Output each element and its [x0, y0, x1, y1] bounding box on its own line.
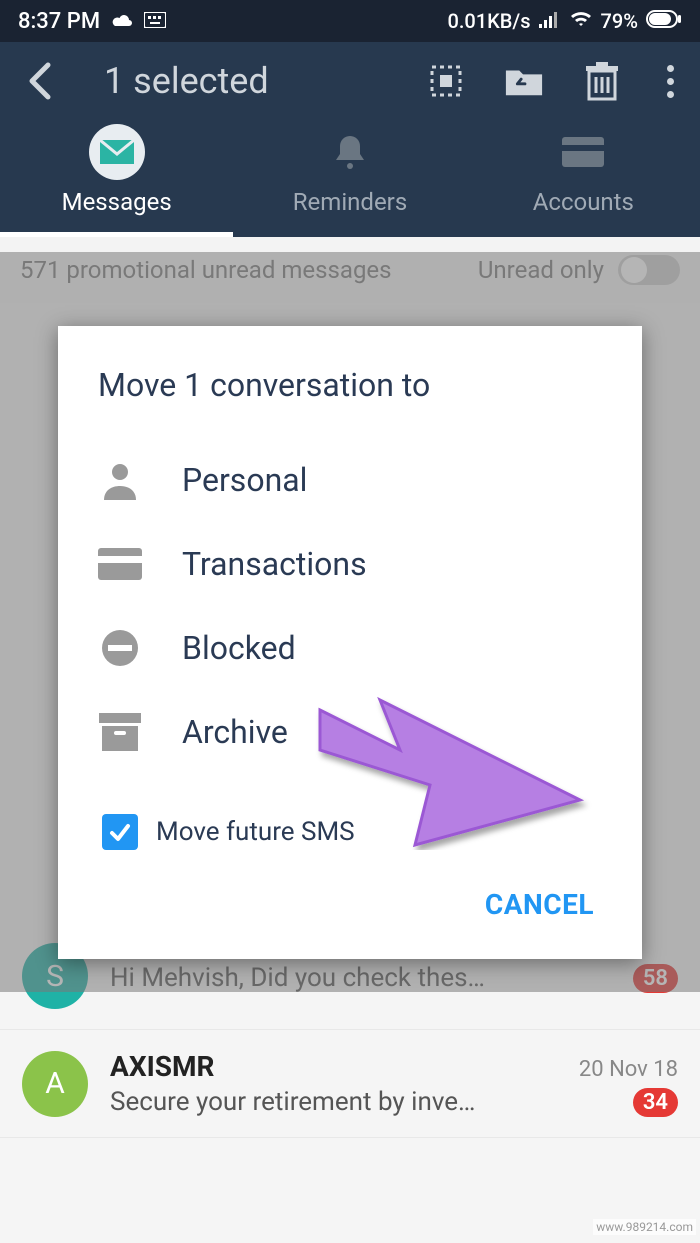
bell-icon — [233, 124, 466, 180]
cloud-icon — [110, 9, 134, 34]
message-date: 20 Nov 18 — [579, 1057, 678, 1082]
tabs-bar: Messages Reminders Accounts — [0, 114, 700, 237]
cancel-button[interactable]: CANCEL — [485, 888, 594, 921]
option-label: Transactions — [182, 545, 367, 583]
watermark: www.989214.com — [593, 1219, 696, 1235]
option-personal[interactable]: Personal — [98, 438, 602, 522]
list-item[interactable]: A AXISMR 20 Nov 18 Secure your retiremen… — [0, 1030, 700, 1138]
move-future-checkbox[interactable] — [102, 814, 138, 850]
move-conversation-dialog: Move 1 conversation to Personal Transact… — [58, 326, 642, 959]
option-label: Personal — [182, 461, 307, 499]
unread-badge: 34 — [633, 1088, 678, 1117]
option-label: Blocked — [182, 629, 296, 667]
battery-icon — [646, 9, 682, 33]
app-bar: 1 selected — [0, 42, 700, 114]
card-icon — [467, 124, 700, 180]
back-button[interactable] — [20, 61, 60, 101]
annotation-arrow-icon — [310, 690, 600, 854]
tab-accounts[interactable]: Accounts — [467, 124, 700, 237]
tab-messages[interactable]: Messages — [0, 124, 233, 237]
card-icon — [98, 542, 142, 586]
overflow-menu-button[interactable] — [660, 65, 680, 98]
tab-label: Messages — [0, 188, 233, 216]
option-transactions[interactable]: Transactions — [98, 522, 602, 606]
status-time: 8:37 PM — [18, 9, 100, 34]
delete-button[interactable] — [582, 61, 622, 101]
tab-label: Accounts — [467, 188, 700, 216]
status-net-speed: 0.01KB/s — [448, 9, 531, 33]
tab-reminders[interactable]: Reminders — [233, 124, 466, 237]
status-bar: 8:37 PM 0.01KB/s 79% — [0, 0, 700, 42]
select-all-button[interactable] — [426, 61, 466, 101]
wifi-icon — [569, 9, 593, 33]
archive-icon — [98, 710, 142, 754]
signal-icon — [539, 9, 561, 33]
option-label: Archive — [182, 713, 288, 751]
status-battery-pct: 79% — [601, 9, 638, 33]
keyboard-icon — [144, 9, 166, 34]
envelope-icon — [89, 124, 145, 180]
sender-name: AXISMR — [110, 1050, 214, 1083]
avatar: A — [22, 1051, 88, 1117]
message-preview: Secure your retirement by inve… — [110, 1087, 475, 1117]
blocked-icon — [98, 626, 142, 670]
move-folder-button[interactable] — [504, 61, 544, 101]
option-blocked[interactable]: Blocked — [98, 606, 602, 690]
dialog-title: Move 1 conversation to — [98, 366, 602, 404]
tab-label: Reminders — [233, 188, 466, 216]
person-icon — [98, 458, 142, 502]
app-bar-title: 1 selected — [104, 60, 402, 102]
